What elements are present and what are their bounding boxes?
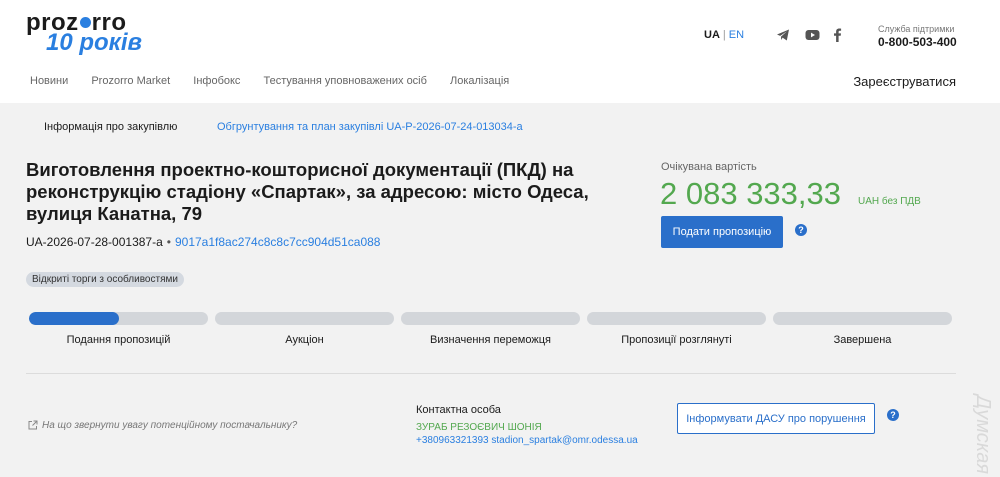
expected-value-unit: UAH без ПДВ xyxy=(858,196,921,207)
stage-bar xyxy=(587,312,766,325)
tender-title: Виготовлення проектно-кошторисної докуме… xyxy=(26,159,589,224)
lang-en[interactable]: EN xyxy=(729,29,744,41)
contact-name: ЗУРАБ РЕЗОЄВИЧ ШОНІЯ xyxy=(416,422,542,433)
help-icon[interactable]: ? xyxy=(795,224,807,236)
stage-label: Визначення переможця xyxy=(430,334,551,346)
stage-bar-fill xyxy=(29,312,119,325)
tender-ids: UA-2026-07-28-001387-a • 9017a1f8ac274c8c8… xyxy=(26,235,381,249)
stage-label: Подання пропозицій xyxy=(66,334,171,346)
attention-link[interactable]: На що звернути увагу потенційному постач… xyxy=(28,420,297,433)
stage-label: Аукціон xyxy=(285,334,324,346)
tender-hash-link[interactable]: 9017a1f8ac274c8c8c7cc904d51ca088 xyxy=(175,235,381,249)
stage-3: Визначення переможця xyxy=(401,312,580,346)
tab-info[interactable]: Інформація про закупівлю xyxy=(44,121,177,133)
main-nav: Новини Prozorro Market Інфобокс Тестуван… xyxy=(30,75,529,87)
support-block: Служба підтримки 0-800-503-400 xyxy=(878,24,957,49)
site-header: proz rro 10 років UA | EN Служба підтримки … xyxy=(0,0,1000,103)
stage-2: Аукціон xyxy=(215,312,394,346)
support-label: Служба підтримки xyxy=(878,24,955,34)
lang-ua[interactable]: UA xyxy=(704,29,720,41)
support-phone[interactable]: 0-800-503-400 xyxy=(878,35,957,49)
telegram-icon[interactable] xyxy=(776,28,790,42)
stage-5: Завершена xyxy=(773,312,952,346)
submit-proposal-button[interactable]: Подати пропозицію xyxy=(661,216,783,248)
nav-market[interactable]: Prozorro Market xyxy=(91,75,170,87)
stage-progress: Подання пропозицій Аукціон Визначення пере… xyxy=(29,312,952,352)
stage-bar xyxy=(773,312,952,325)
watermark: Думская xyxy=(972,395,994,475)
stage-bar xyxy=(401,312,580,325)
nav-infobox[interactable]: Інфобокс xyxy=(193,75,240,87)
expected-value: 2 083 333,33 xyxy=(660,176,842,211)
procedure-badge: Відкриті торги з особливостями xyxy=(26,272,184,287)
facebook-icon[interactable] xyxy=(833,28,842,42)
contact-title: Контактна особа xyxy=(416,404,501,416)
tender-tabs: Інформація про закупівлю Обгрунтування т… xyxy=(44,121,523,133)
language-switcher: UA | EN xyxy=(704,29,745,41)
nav-testing[interactable]: Тестування уповноважених осіб xyxy=(263,75,426,87)
nav-localization[interactable]: Локалізація xyxy=(450,75,509,87)
help-icon[interactable]: ? xyxy=(887,409,899,421)
contact-person: Контактна особа ЗУРАБ РЕЗОЄВИЧ ШОНІЯ +38… xyxy=(416,404,638,446)
nav-news[interactable]: Новини xyxy=(30,75,68,87)
stage-1: Подання пропозицій xyxy=(29,312,208,346)
stage-bar xyxy=(29,312,208,325)
prozorro-logo[interactable]: proz rro 10 років xyxy=(26,10,146,56)
report-dasu-button[interactable]: Інформувати ДАСУ про порушення xyxy=(677,403,875,434)
attention-text: На що звернути увагу потенційному постач… xyxy=(42,420,298,431)
divider xyxy=(26,373,956,374)
stage-bar xyxy=(215,312,394,325)
stage-label: Завершена xyxy=(833,334,892,346)
tab-plan[interactable]: Обгрунтування та план закупівлі UA-P-202… xyxy=(217,121,523,133)
tender-id: UA-2026-07-28-001387-a xyxy=(26,235,163,249)
register-link[interactable]: Зареєструватися xyxy=(853,74,956,89)
external-link-icon xyxy=(28,420,38,433)
contact-details[interactable]: +380963321393 stadion_spartak@omr.odessa… xyxy=(416,435,638,446)
logo-dot xyxy=(79,17,91,29)
stage-4: Пропозиції розглянуті xyxy=(587,312,766,346)
expected-value-label: Очікувана вартість xyxy=(661,161,757,173)
stage-label: Пропозиції розглянуті xyxy=(621,334,732,346)
youtube-icon[interactable] xyxy=(805,28,820,42)
